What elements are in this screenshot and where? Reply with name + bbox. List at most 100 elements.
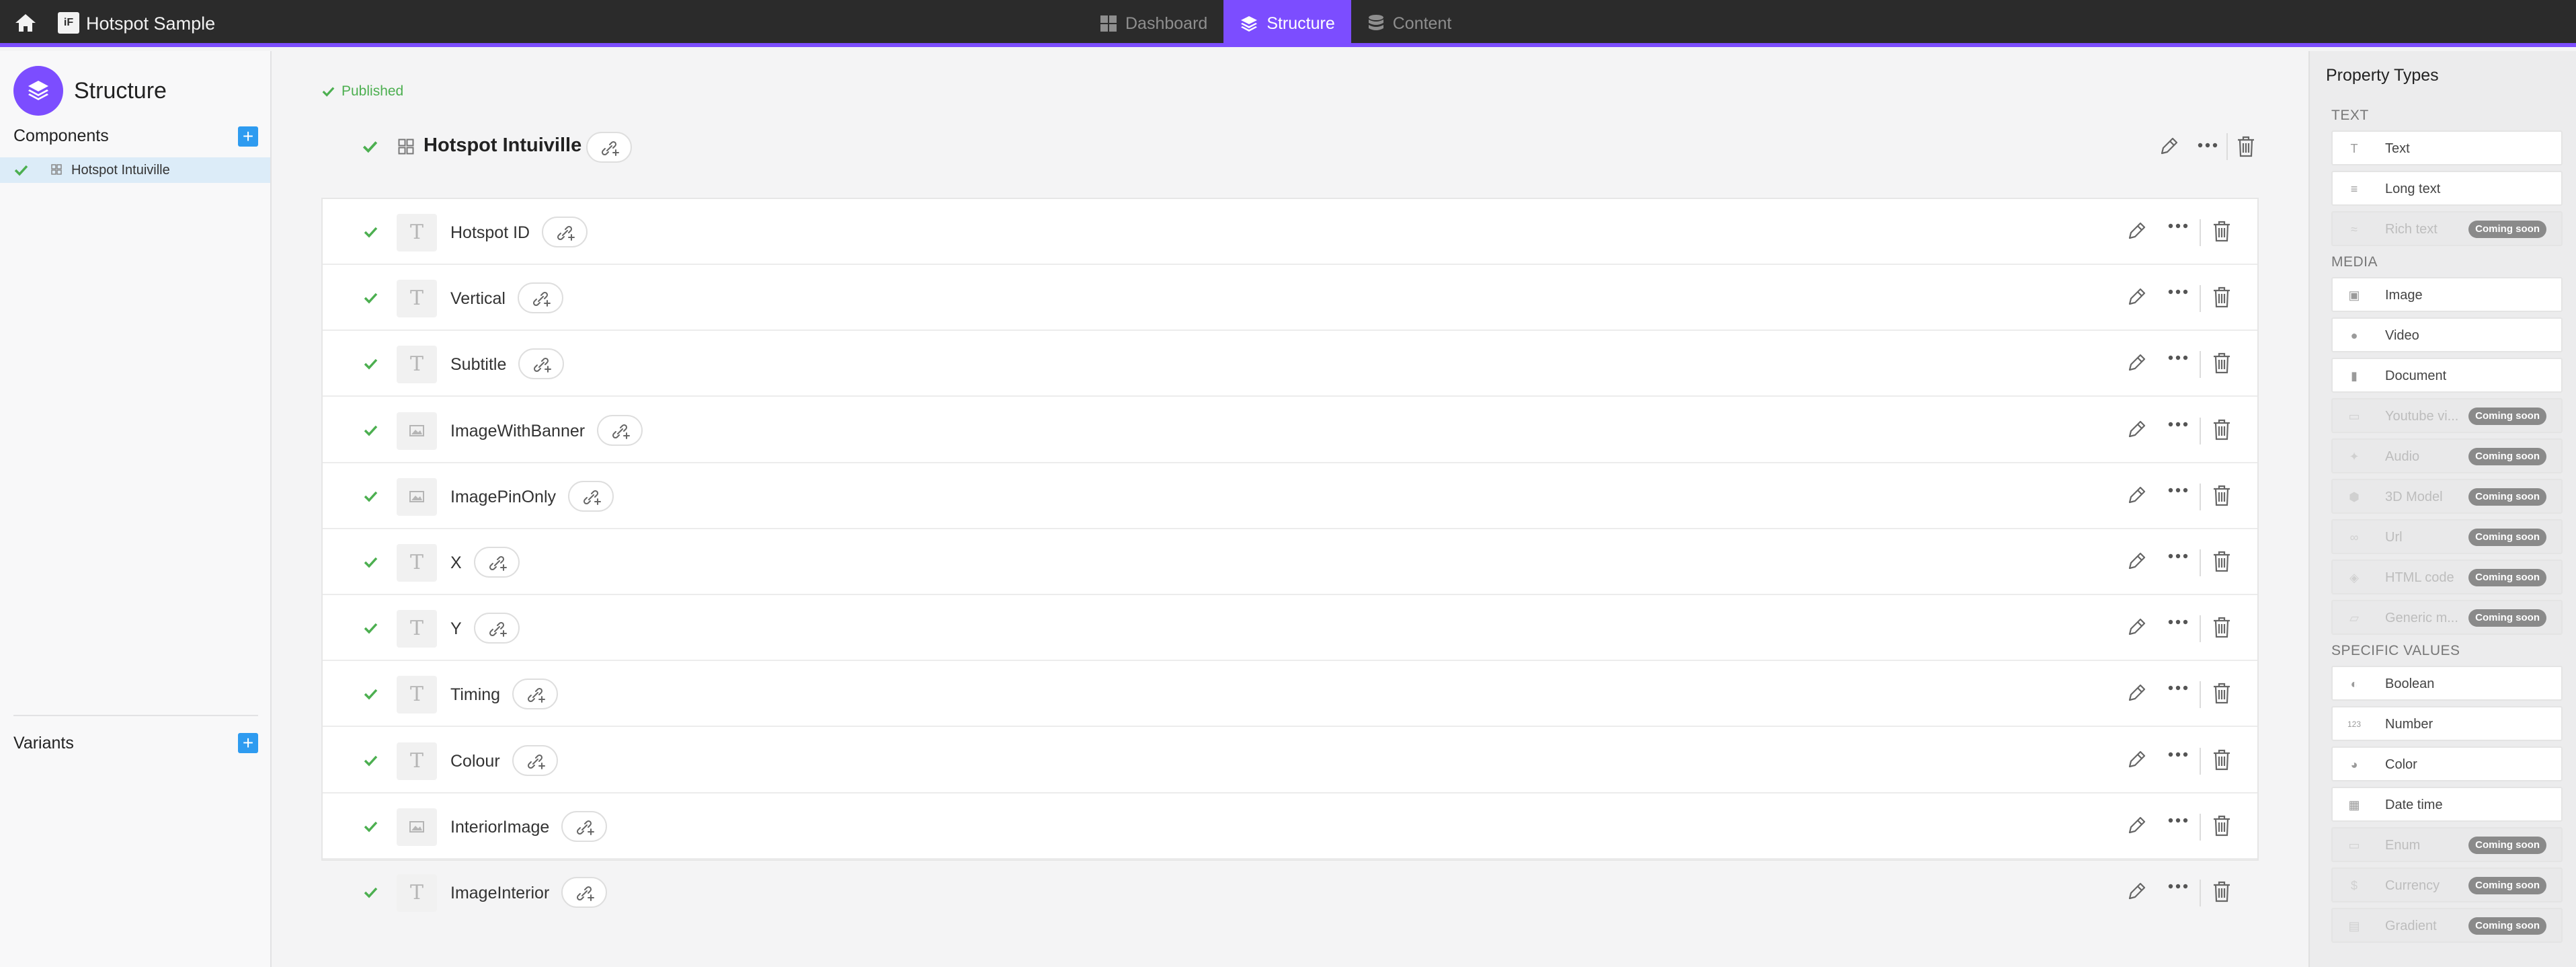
action-separator	[2200, 681, 2201, 709]
field-row[interactable]: T Subtitle	[323, 331, 2257, 397]
field-row[interactable]: T ImageInterior	[323, 859, 2257, 925]
add-link-button[interactable]	[586, 132, 632, 163]
field-row[interactable]: T Timing	[323, 661, 2257, 728]
more-icon[interactable]	[2167, 222, 2189, 230]
coming-soon-badge: Coming soon	[2468, 448, 2546, 465]
property-type-number[interactable]: 123 Number	[2331, 706, 2563, 741]
trash-icon[interactable]	[2212, 615, 2232, 640]
field-row[interactable]: ImageWithBanner	[323, 397, 2257, 463]
field-row[interactable]: TY	[323, 595, 2257, 662]
trash-icon[interactable]	[2212, 484, 2232, 508]
add-link-button[interactable]	[561, 877, 607, 908]
coming-soon-badge: Coming soon	[2468, 408, 2546, 425]
add-component-button[interactable]: +	[238, 126, 258, 147]
palette-icon: ◕	[2350, 758, 2358, 771]
add-variant-button[interactable]: +	[238, 733, 258, 753]
property-type-long-text[interactable]: ≡ Long text	[2331, 171, 2563, 206]
edit-icon[interactable]	[2124, 880, 2148, 904]
more-icon[interactable]	[2167, 684, 2189, 692]
add-link-button[interactable]	[597, 414, 643, 446]
add-link-button[interactable]	[474, 613, 520, 644]
tab-content[interactable]: Content	[1351, 0, 1468, 47]
trash-icon[interactable]	[2212, 880, 2232, 904]
field-label: ImageWithBanner	[450, 421, 586, 440]
trash-icon[interactable]	[2212, 418, 2232, 442]
home-icon[interactable]	[13, 11, 38, 35]
more-icon[interactable]	[2167, 420, 2189, 428]
trash-icon[interactable]	[2212, 814, 2232, 838]
folder-icon: ▱	[2349, 611, 2359, 625]
action-separator	[2200, 219, 2201, 246]
property-type-generic-m: ▱ Generic m... Coming soon	[2331, 600, 2563, 635]
action-separator	[2200, 615, 2201, 643]
text-type-icon: T	[409, 748, 424, 773]
tab-dashboard[interactable]: Dashboard	[1084, 0, 1223, 47]
add-link-button[interactable]	[474, 547, 520, 578]
add-link-button[interactable]	[561, 810, 607, 842]
property-type-date-time[interactable]: ▦ Date time	[2331, 787, 2563, 822]
edit-icon[interactable]	[2124, 615, 2148, 640]
property-type-boolean[interactable]: ◐ Boolean	[2331, 666, 2563, 701]
edit-icon[interactable]	[2124, 351, 2148, 375]
more-icon[interactable]	[2167, 354, 2189, 362]
edit-icon[interactable]	[2124, 285, 2148, 309]
edit-icon[interactable]	[2124, 484, 2148, 508]
property-type-video[interactable]: ● Video	[2331, 317, 2563, 352]
more-icon[interactable]	[2167, 816, 2189, 824]
property-type-text[interactable]: T Text	[2331, 130, 2563, 165]
trash-icon[interactable]	[2236, 134, 2256, 159]
grid-icon	[51, 164, 62, 175]
property-type-document[interactable]: ▮ Document	[2331, 358, 2563, 393]
add-link-button[interactable]	[512, 744, 558, 776]
more-icon[interactable]	[2167, 882, 2189, 890]
check-icon	[322, 87, 335, 97]
property-type-image[interactable]: ▣ Image	[2331, 277, 2563, 312]
more-icon[interactable]	[2197, 141, 2218, 149]
field-row[interactable]: ImagePinOnly	[323, 463, 2257, 529]
trash-icon[interactable]	[2212, 748, 2232, 772]
field-row[interactable]: TX	[323, 529, 2257, 595]
field-row[interactable]: T Colour	[323, 728, 2257, 794]
edit-icon[interactable]	[2124, 219, 2148, 243]
add-link-button[interactable]	[518, 348, 564, 380]
components-heading: Components	[13, 126, 109, 145]
field-type-icon	[397, 477, 437, 516]
trash-icon[interactable]	[2212, 219, 2232, 243]
add-link-button[interactable]	[568, 480, 614, 512]
property-type-label: Currency	[2385, 878, 2440, 893]
add-link-button[interactable]	[512, 679, 558, 710]
property-type-label: Rich text	[2385, 222, 2438, 237]
more-icon[interactable]	[2167, 750, 2189, 759]
property-type-enum: ▭ Enum Coming soon	[2331, 827, 2563, 862]
edit-icon[interactable]	[2157, 134, 2181, 159]
field-row[interactable]: T Vertical	[323, 265, 2257, 332]
property-type-color[interactable]: ◕ Color	[2331, 746, 2563, 781]
check-icon	[364, 623, 378, 634]
trash-icon[interactable]	[2212, 549, 2232, 574]
more-icon[interactable]	[2167, 552, 2189, 560]
sidebar-item-hotspot-intuiville[interactable]: Hotspot Intuiville	[0, 157, 270, 183]
add-link-button[interactable]	[542, 217, 588, 247]
edit-icon[interactable]	[2124, 748, 2148, 772]
trash-icon[interactable]	[2212, 681, 2232, 705]
field-row[interactable]: InteriorImage	[323, 794, 2257, 859]
trash-icon[interactable]	[2212, 351, 2232, 375]
edit-icon[interactable]	[2124, 549, 2148, 574]
more-icon[interactable]	[2167, 288, 2189, 296]
more-icon[interactable]	[2167, 486, 2189, 494]
tab-structure[interactable]: Structure	[1223, 0, 1351, 47]
add-link-button[interactable]	[518, 282, 563, 314]
more-icon[interactable]	[2167, 618, 2189, 626]
component-actions	[2157, 133, 2257, 161]
check-icon	[364, 425, 378, 436]
edit-icon[interactable]	[2124, 681, 2148, 705]
property-type-label: Gradient	[2385, 919, 2437, 933]
field-type-icon: T	[397, 610, 437, 648]
edit-icon[interactable]	[2124, 418, 2148, 442]
image-icon: ▣	[2348, 288, 2360, 302]
trash-icon[interactable]	[2212, 285, 2232, 309]
variants-heading: Variants	[13, 734, 74, 752]
field-label: InteriorImage	[450, 817, 550, 837]
edit-icon[interactable]	[2124, 814, 2148, 838]
field-row[interactable]: T Hotspot ID	[323, 199, 2257, 265]
